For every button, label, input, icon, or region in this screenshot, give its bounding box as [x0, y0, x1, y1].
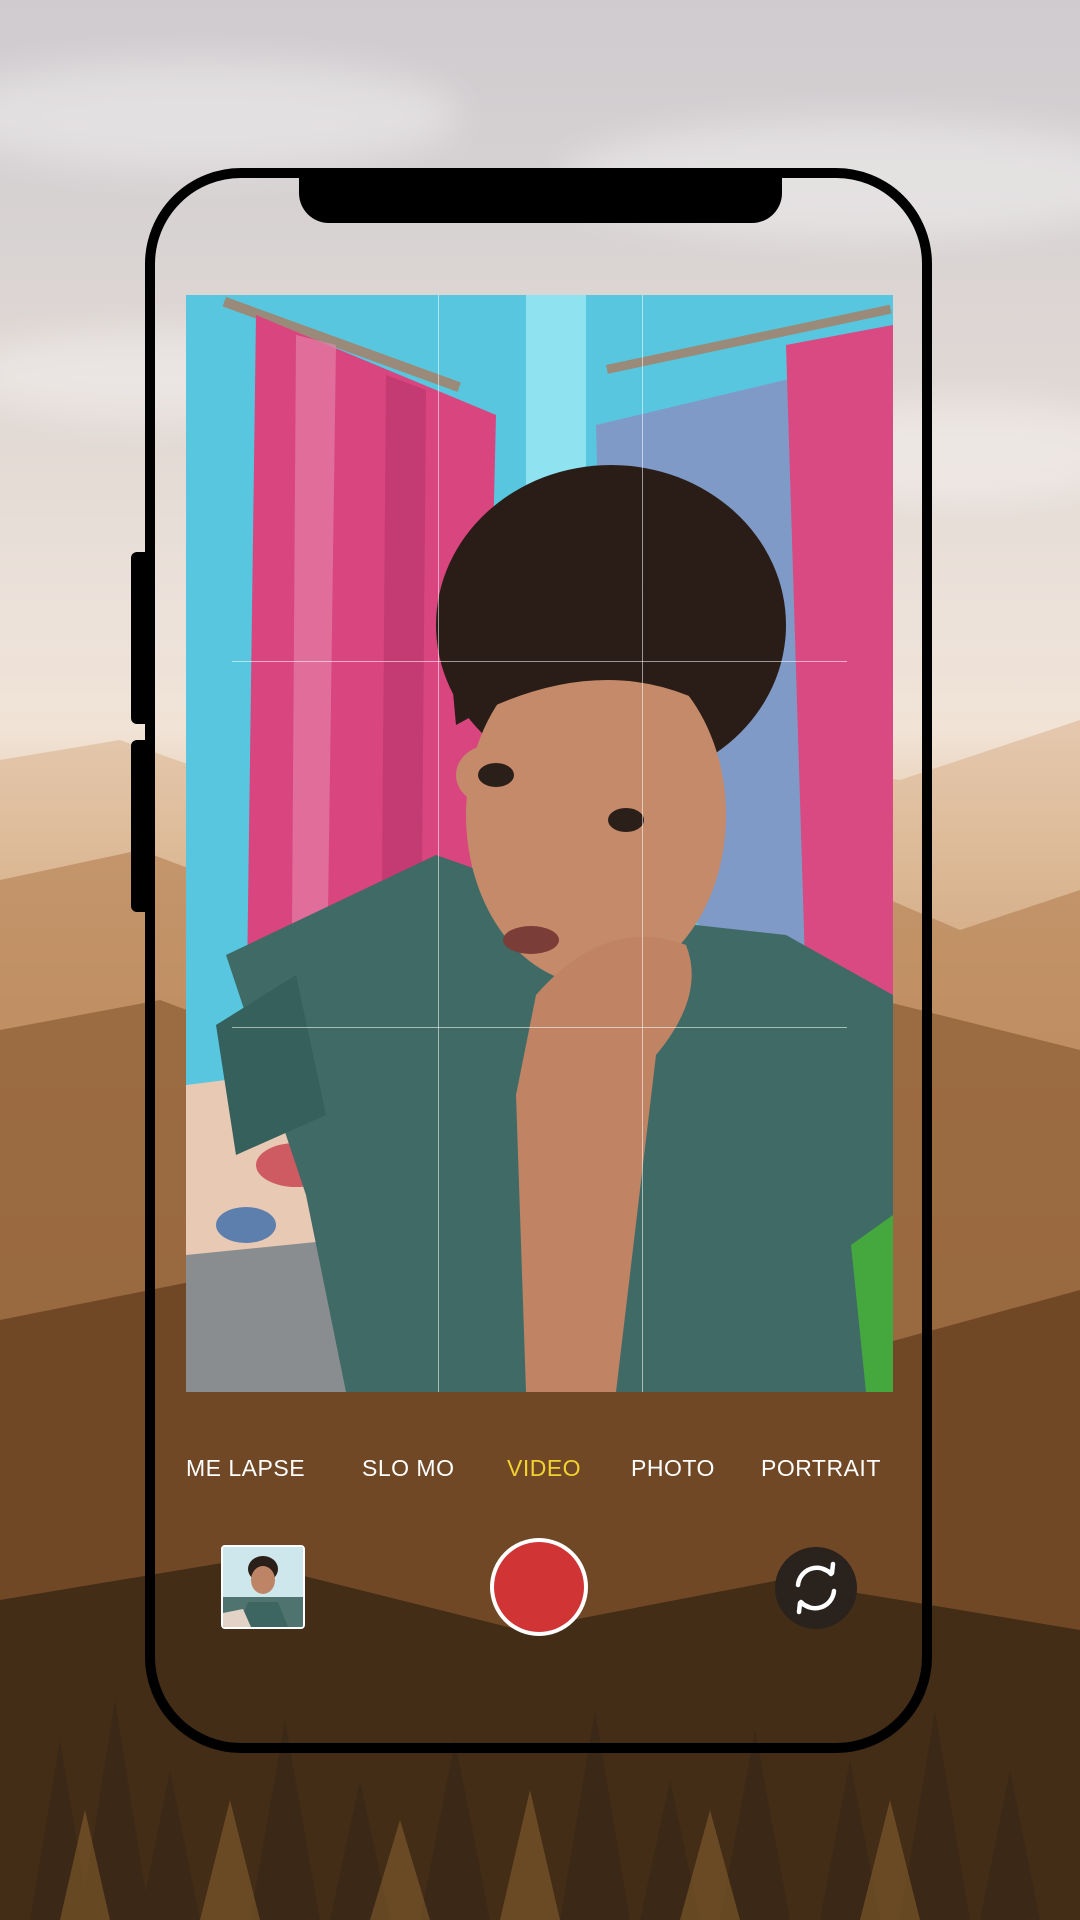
flip-camera-icon [795, 1561, 837, 1615]
record-button-icon [494, 1542, 584, 1632]
mode-slo-mo[interactable]: SLO MO [362, 1455, 454, 1482]
mode-video[interactable]: VIDEO [507, 1455, 581, 1482]
cloud [0, 60, 460, 170]
viewfinder-preview-image [186, 295, 893, 1392]
grid-line-vertical-1 [438, 295, 439, 1392]
side-button-volume-up [131, 552, 147, 724]
record-button[interactable] [490, 1538, 588, 1636]
grid-line-horizontal-1 [232, 661, 847, 662]
camera-viewfinder[interactable] [186, 295, 893, 1392]
phone-notch [299, 178, 782, 223]
mode-photo[interactable]: PHOTO [631, 1455, 715, 1482]
grid-line-horizontal-2 [232, 1027, 847, 1028]
camera-mode-selector[interactable]: ME LAPSE SLO MO VIDEO PHOTO PORTRAIT [186, 1455, 893, 1495]
last-photo-thumbnail[interactable] [221, 1545, 305, 1629]
mode-time-lapse[interactable]: ME LAPSE [186, 1455, 305, 1482]
thumbnail-image [223, 1547, 303, 1627]
mode-portrait[interactable]: PORTRAIT [761, 1455, 881, 1482]
flip-camera-button[interactable] [775, 1547, 857, 1629]
side-button-volume-down [131, 740, 147, 912]
grid-line-vertical-2 [642, 295, 643, 1392]
